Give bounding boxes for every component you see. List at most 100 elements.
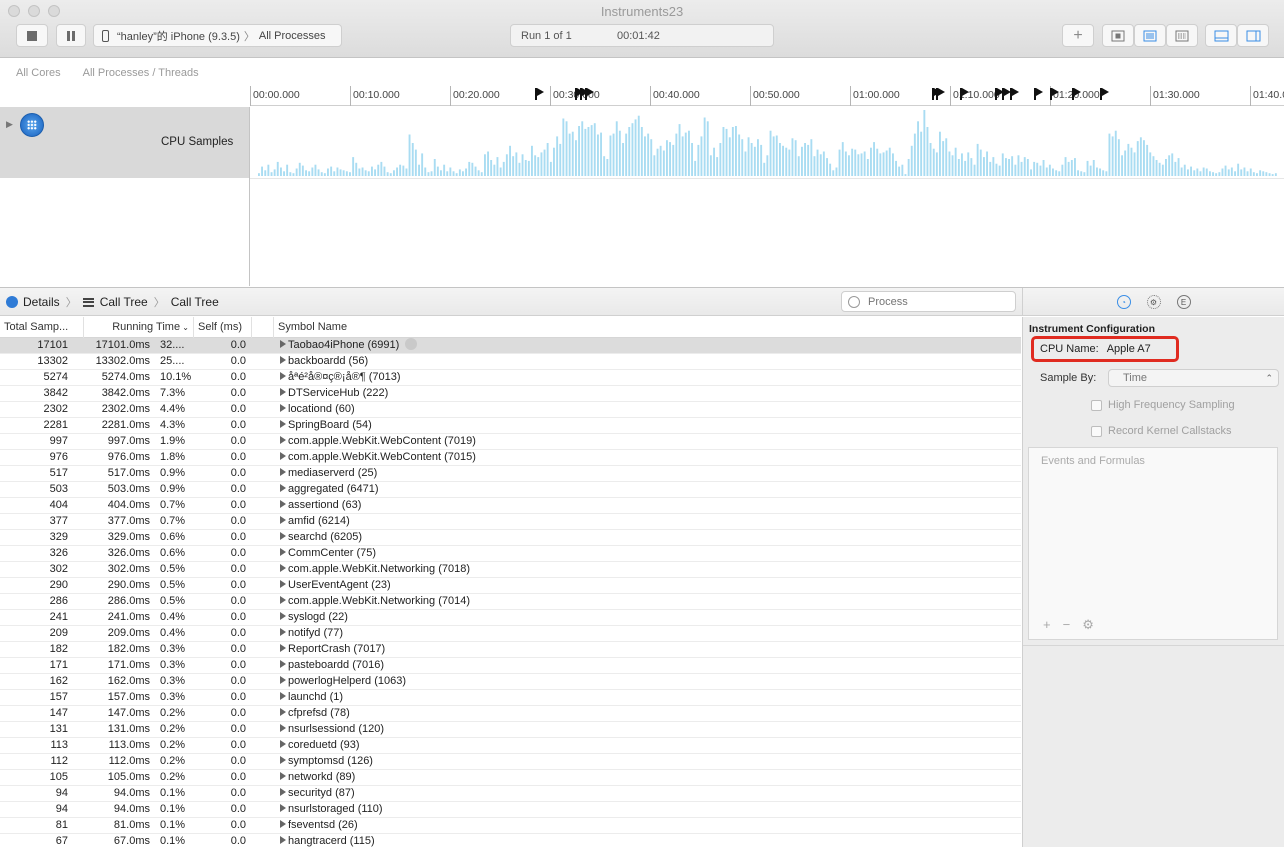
disclosure-triangle-icon[interactable] xyxy=(280,804,286,812)
disclosure-triangle-icon[interactable] xyxy=(280,564,286,572)
disclosure-triangle-icon[interactable] xyxy=(280,644,286,652)
disclosure-triangle-icon[interactable] xyxy=(280,500,286,508)
crumb-call-tree-view[interactable]: Call Tree xyxy=(171,295,219,309)
disclosure-triangle-icon[interactable] xyxy=(280,548,286,556)
table-row[interactable]: 5274 5274.0ms 10.1% 0.0 åªé²å®¤ç®¡å®¶ (7013) xyxy=(0,370,1021,386)
disclosure-triangle-icon[interactable] xyxy=(280,532,286,540)
flag-marker-icon[interactable] xyxy=(1010,88,1021,100)
disclosure-triangle-icon[interactable] xyxy=(280,484,286,492)
table-row[interactable]: 131 131.0ms 0.2% 0.0 nsurlsessiond (120) xyxy=(0,722,1021,738)
events-formulas-list[interactable]: Events and Formulas + − ⚙ xyxy=(1028,447,1278,640)
table-row[interactable]: 503 503.0ms 0.9% 0.0 aggregated (6471) xyxy=(0,482,1021,498)
disclosure-triangle-icon[interactable] xyxy=(280,596,286,604)
crumb-call-tree[interactable]: Call Tree xyxy=(100,295,148,309)
cpu-samples-graph[interactable] xyxy=(250,107,1284,178)
add-instrument-button[interactable]: + xyxy=(1062,24,1094,47)
disclosure-triangle-icon[interactable] xyxy=(280,676,286,684)
disclosure-triangle-icon[interactable] xyxy=(280,836,286,844)
table-row[interactable]: 182 182.0ms 0.3% 0.0 ReportCrash (7017) xyxy=(0,642,1021,658)
table-row[interactable]: 105 105.0ms 0.2% 0.0 networkd (89) xyxy=(0,770,1021,786)
col-symbol-name[interactable]: Symbol Name xyxy=(274,317,1021,338)
flag-marker-icon[interactable] xyxy=(1050,88,1061,100)
disclosure-triangle-icon[interactable] xyxy=(280,612,286,620)
remove-event-button[interactable]: − xyxy=(1063,617,1071,633)
table-row[interactable]: 81 81.0ms 0.1% 0.0 fseventsd (26) xyxy=(0,818,1021,834)
process-filter[interactable] xyxy=(841,291,1016,312)
table-row[interactable]: 209 209.0ms 0.4% 0.0 notifyd (77) xyxy=(0,626,1021,642)
table-row[interactable]: 94 94.0ms 0.1% 0.0 nsurlstoraged (110) xyxy=(0,802,1021,818)
disclosure-triangle-icon[interactable] xyxy=(280,372,286,380)
flag-marker-icon[interactable] xyxy=(585,88,596,100)
flag-marker-icon[interactable] xyxy=(535,88,546,100)
all-cores-tab[interactable]: All Cores xyxy=(16,67,61,79)
table-row[interactable]: 3842 3842.0ms 7.3% 0.0 DTServiceHub (222) xyxy=(0,386,1021,402)
table-row[interactable]: 404 404.0ms 0.7% 0.0 assertiond (63) xyxy=(0,498,1021,514)
disclosure-triangle-icon[interactable] xyxy=(280,756,286,764)
toggle-detail-pane-button[interactable] xyxy=(1205,24,1237,47)
table-row[interactable]: 112 112.0ms 0.2% 0.0 symptomsd (126) xyxy=(0,754,1021,770)
disclosure-triangle-icon[interactable] xyxy=(280,420,286,428)
gear-icon[interactable]: ⚙ xyxy=(1082,617,1094,633)
crumb-details[interactable]: Details xyxy=(23,295,60,309)
disclosure-triangle-icon[interactable] xyxy=(280,404,286,412)
disclosure-triangle-icon[interactable] xyxy=(280,724,286,732)
col-self[interactable]: Self (ms) xyxy=(194,317,252,338)
disclosure-triangle-icon[interactable] xyxy=(280,660,286,668)
disclosure-triangle-icon[interactable] xyxy=(280,436,286,444)
flag-marker-icon[interactable] xyxy=(936,88,947,100)
disclosure-triangle-icon[interactable] xyxy=(280,452,286,460)
record-settings-tab-icon[interactable]: ◔ xyxy=(1116,295,1131,309)
disclosure-triangle-icon[interactable] xyxy=(280,788,286,796)
sample-by-select[interactable]: Time ⌃ xyxy=(1108,369,1279,387)
high-frequency-checkbox[interactable]: High Frequency Sampling xyxy=(1091,399,1235,411)
flag-marker-icon[interactable] xyxy=(1072,88,1083,100)
table-row[interactable]: 377 377.0ms 0.7% 0.0 amfid (6214) xyxy=(0,514,1021,530)
table-row[interactable]: 17101 17101.0ms 32.... 0.0 Taobao4iPhone (69… xyxy=(0,338,1021,354)
table-row[interactable]: 517 517.0ms 0.9% 0.0 mediaserverd (25) xyxy=(0,466,1021,482)
table-row[interactable]: 326 326.0ms 0.6% 0.0 CommCenter (75) xyxy=(0,546,1021,562)
flag-marker-icon[interactable] xyxy=(1034,88,1045,100)
disclosure-triangle-icon[interactable] xyxy=(280,628,286,636)
focus-arrow-icon[interactable] xyxy=(405,338,418,350)
table-row[interactable]: 157 157.0ms 0.3% 0.0 launchd (1) xyxy=(0,690,1021,706)
disclosure-triangle-icon[interactable] xyxy=(280,468,286,476)
gear-icon[interactable]: ⚙ xyxy=(1146,295,1161,309)
col-running-time[interactable]: Running Time ⌄ xyxy=(84,317,194,338)
table-row[interactable]: 290 290.0ms 0.5% 0.0 UserEventAgent (23) xyxy=(0,578,1021,594)
disclosure-triangle-icon[interactable] xyxy=(280,692,286,700)
disclosure-triangle-icon[interactable] xyxy=(280,740,286,748)
toggle-inspector-button[interactable] xyxy=(1237,24,1269,47)
table-row[interactable]: 997 997.0ms 1.9% 0.0 com.apple.WebKit.WebCon… xyxy=(0,434,1021,450)
table-row[interactable]: 162 162.0ms 0.3% 0.0 powerlogHelperd (1063) xyxy=(0,674,1021,690)
disclosure-triangle-icon[interactable] xyxy=(280,772,286,780)
table-row[interactable]: 67 67.0ms 0.1% 0.0 hangtracerd (115) xyxy=(0,834,1021,847)
disclosure-triangle-icon[interactable] xyxy=(280,708,286,716)
process-filter-input[interactable] xyxy=(868,295,998,308)
grid-view-button[interactable] xyxy=(1166,24,1198,47)
disclosure-triangle-icon[interactable] xyxy=(280,820,286,828)
col-total-samples[interactable]: Total Samp... xyxy=(0,317,84,338)
pause-button[interactable] xyxy=(56,24,86,47)
table-row[interactable]: 976 976.0ms 1.8% 0.0 com.apple.WebKit.WebCon… xyxy=(0,450,1021,466)
run-status[interactable]: Run 1 of 1 00:01:42 xyxy=(510,24,774,47)
extended-detail-icon[interactable]: E xyxy=(1176,295,1191,309)
snapshot-button[interactable] xyxy=(1102,24,1134,47)
table-row[interactable]: 329 329.0ms 0.6% 0.0 searchd (6205) xyxy=(0,530,1021,546)
disclosure-triangle-icon[interactable] xyxy=(280,580,286,588)
disclosure-triangle-icon[interactable] xyxy=(280,340,286,348)
table-row[interactable]: 2281 2281.0ms 4.3% 0.0 SpringBoard (54) xyxy=(0,418,1021,434)
device-target-selector[interactable]: “hanley”的 iPhone (9.3.5) 〉 All Processes xyxy=(93,24,342,47)
table-row[interactable]: 147 147.0ms 0.2% 0.0 cfprefsd (78) xyxy=(0,706,1021,722)
table-row[interactable]: 241 241.0ms 0.4% 0.0 syslogd (22) xyxy=(0,610,1021,626)
timeline-ruler[interactable]: 00:00.000 00:10.000 00:20.000 00:30.000 00:4… xyxy=(250,86,1284,106)
table-row[interactable]: 171 171.0ms 0.3% 0.0 pasteboardd (7016) xyxy=(0,658,1021,674)
disclosure-triangle-icon[interactable] xyxy=(280,388,286,396)
table-row[interactable]: 13302 13302.0ms 25.... 0.0 backboardd (56) xyxy=(0,354,1021,370)
kernel-callstacks-checkbox[interactable]: Record Kernel Callstacks xyxy=(1091,425,1232,437)
table-row[interactable]: 302 302.0ms 0.5% 0.0 com.apple.WebKit.Networ… xyxy=(0,562,1021,578)
table-row[interactable]: 113 113.0ms 0.2% 0.0 coreduetd (93) xyxy=(0,738,1021,754)
disclosure-triangle-icon[interactable]: ▶ xyxy=(6,119,13,130)
flag-marker-icon[interactable] xyxy=(960,88,971,100)
disclosure-triangle-icon[interactable] xyxy=(280,356,286,364)
all-threads-tab[interactable]: All Processes / Threads xyxy=(83,67,199,79)
